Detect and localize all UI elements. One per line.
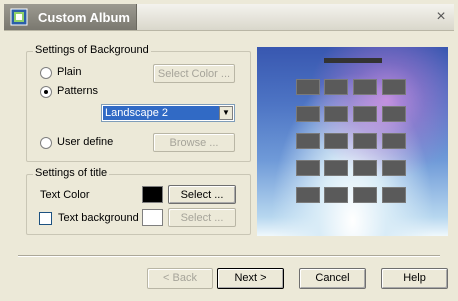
preview-thumbnail: [382, 133, 406, 149]
plain-label: Plain: [57, 66, 82, 78]
preview-thumbnail: [353, 187, 377, 203]
text-color-select-button[interactable]: Select ...: [168, 185, 236, 204]
preview-thumbnail: [296, 106, 320, 122]
title-settings-title: Settings of title: [33, 167, 110, 179]
preview-thumbnail: [353, 160, 377, 176]
cancel-button[interactable]: Cancel: [299, 268, 366, 289]
title-bar: Custom Album ×: [4, 4, 454, 31]
preview-thumbnail: [382, 160, 406, 176]
preview-thumbnail: [296, 79, 320, 95]
preview-title-bar: [324, 58, 382, 63]
preview-thumbnail: [353, 106, 377, 122]
preview-thumbnail: [324, 160, 348, 176]
pattern-select-value: Landscape 2: [103, 106, 219, 120]
text-background-select-button[interactable]: Select ...: [168, 208, 236, 227]
preview-thumbnail: [382, 79, 406, 95]
text-background-checkbox[interactable]: [39, 212, 52, 225]
preview-thumbnail: [382, 187, 406, 203]
separator: [18, 255, 440, 257]
next-button[interactable]: Next >: [217, 268, 284, 289]
preview-thumbnail: [296, 133, 320, 149]
album-icon: [10, 8, 28, 26]
preview-thumbnail: [353, 79, 377, 95]
help-button[interactable]: Help: [381, 268, 448, 289]
preview-thumbnail: [353, 133, 377, 149]
select-color-button[interactable]: Select Color ...: [153, 64, 235, 83]
text-background-swatch: [142, 209, 163, 226]
title-tab: Custom Album: [4, 4, 137, 30]
window-title: Custom Album: [38, 10, 130, 25]
back-button[interactable]: < Back: [147, 268, 213, 289]
close-icon[interactable]: ×: [432, 8, 450, 26]
preview-thumbnail: [324, 133, 348, 149]
preview-thumbnail: [382, 106, 406, 122]
preview-thumbnail: [324, 79, 348, 95]
patterns-label: Patterns: [57, 85, 98, 97]
preview-thumbnail: [296, 187, 320, 203]
custom-album-dialog: Custom Album × Settings of Background Pl…: [0, 0, 458, 301]
text-background-label: Text background: [58, 212, 139, 224]
user-define-label: User define: [57, 136, 114, 148]
browse-button[interactable]: Browse ...: [153, 133, 235, 152]
preview-thumbnail: [324, 106, 348, 122]
pattern-select[interactable]: Landscape 2 ▼: [101, 104, 235, 122]
chevron-down-icon[interactable]: ▼: [219, 106, 233, 120]
text-color-label: Text Color: [40, 189, 90, 201]
preview-thumbnail: [324, 187, 348, 203]
plain-radio[interactable]: [40, 67, 52, 79]
background-settings-title: Settings of Background: [33, 44, 151, 56]
preview-thumbnail: [296, 160, 320, 176]
user-define-radio[interactable]: [40, 137, 52, 149]
text-color-swatch: [142, 186, 163, 203]
album-preview-image: [257, 47, 448, 236]
patterns-radio[interactable]: [40, 86, 52, 98]
